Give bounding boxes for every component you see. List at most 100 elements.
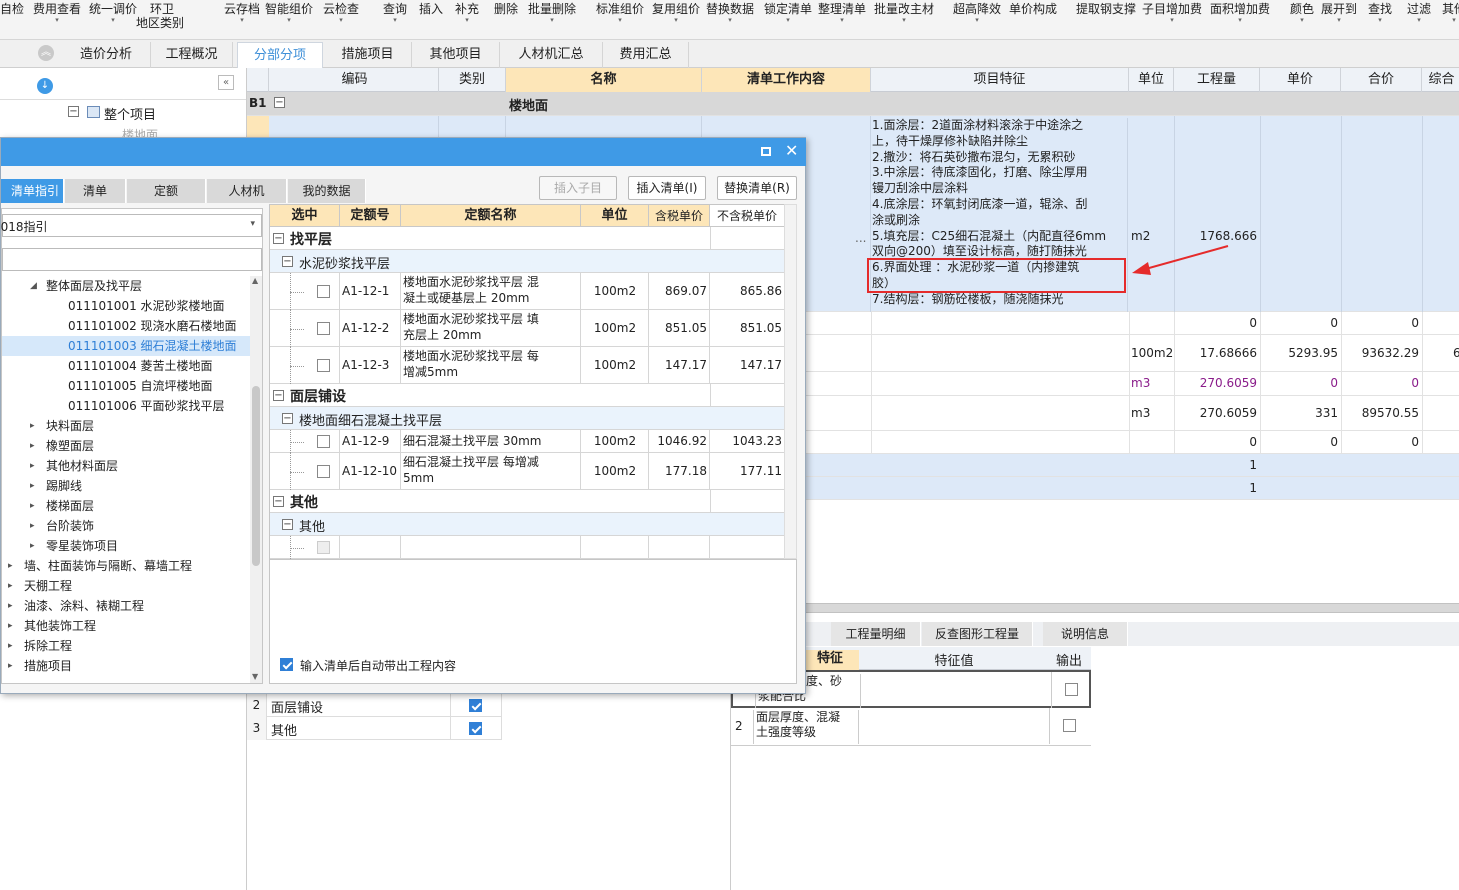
select-checkbox[interactable] — [317, 358, 330, 372]
dialog-tab-4[interactable]: 我的数据 — [288, 179, 366, 203]
collapsed-triangle-icon[interactable]: ▸ — [8, 616, 13, 636]
toolbar-item-13[interactable]: 复用组价 ▾ — [652, 2, 700, 24]
tab-0[interactable]: 造价分析 — [62, 42, 151, 68]
toolbar-item-0[interactable]: 自检 — [0, 2, 24, 16]
toolbar-item-2[interactable]: 统一调价 ▾ — [89, 2, 137, 24]
toolbar-item-14[interactable]: 替换数据 ▾ — [706, 2, 754, 24]
down-arrow-icon[interactable]: ↓ — [37, 78, 53, 94]
group-title-row[interactable]: − 其他 — [270, 490, 785, 513]
guide-tree-item[interactable]: ▸ 台阶装饰 — [2, 516, 250, 536]
subgroup-collapse-icon[interactable]: − — [282, 413, 293, 424]
expanded-triangle-icon[interactable]: ◢ — [30, 276, 37, 296]
toolbar-item-1[interactable]: 费用查看 ▾ — [33, 2, 81, 24]
subgroup-collapse-icon[interactable]: − — [282, 519, 293, 530]
collapsed-triangle-icon[interactable]: ▸ — [30, 456, 35, 476]
column-header-7[interactable]: 单价 — [1260, 68, 1341, 92]
dialog-tab-1[interactable]: 清单 — [65, 179, 126, 203]
close-icon[interactable]: ✕ — [785, 141, 798, 160]
collapsed-triangle-icon[interactable]: ▸ — [8, 596, 13, 616]
toolbar-item-7[interactable]: 查询 ▾ — [383, 2, 407, 24]
guide-select[interactable]: 2018指引 ▾ — [0, 214, 262, 237]
auto-bring-checkbox[interactable] — [280, 658, 293, 671]
tab-2[interactable]: 分部分项 — [237, 42, 323, 68]
quota-row[interactable]: A1-12-3 楼地面水泥砂浆找平层 每增减5mm 100m2 147.17 147.1… — [270, 347, 785, 384]
guide-tree-item[interactable]: 011101005 自流坪楼地面 — [2, 376, 250, 396]
table-row[interactable]: 2 面层铺设 — [247, 694, 502, 717]
guide-tree-item[interactable]: ▸ 拆除工程 — [2, 636, 250, 656]
row-checkbox[interactable] — [469, 699, 482, 712]
output-checkbox[interactable] — [1063, 719, 1076, 732]
toolbar-item-26[interactable]: 过滤 ▾ — [1407, 2, 1431, 24]
tab-4[interactable]: 其他项目 — [412, 42, 500, 68]
toolbar-item-27[interactable]: 其他▾ — [1442, 2, 1459, 24]
replace-list-button[interactable]: 替换清单(R) — [717, 176, 797, 200]
dialog-tab-2[interactable]: 定额 — [127, 179, 206, 203]
collapse-icon[interactable]: ︽ — [38, 45, 54, 61]
select-checkbox[interactable] — [317, 284, 330, 298]
toolbar-item-3[interactable]: 环卫 地区类别 — [136, 2, 184, 30]
grid-scrollbar[interactable] — [784, 204, 797, 559]
dialog-title-bar[interactable]: ✕ — [1, 138, 806, 166]
collapsed-triangle-icon[interactable]: ▸ — [30, 536, 35, 556]
column-header-3[interactable]: 清单工作内容 — [702, 68, 871, 92]
toolbar-item-11[interactable]: 批量删除 ▾ — [528, 2, 576, 24]
table-row[interactable]: 3 其他 — [247, 717, 502, 740]
guide-tree-item[interactable]: ◢ 整体面层及找平层 — [2, 276, 250, 296]
toolbar-item-24[interactable]: 展开到 ▾ — [1321, 2, 1357, 24]
select-checkbox[interactable] — [317, 321, 330, 335]
group-collapse-icon[interactable]: − — [273, 233, 284, 244]
group-collapse-icon[interactable]: − — [274, 97, 285, 108]
quota-row[interactable]: A1-12-2 楼地面水泥砂浆找平层 填充层上 20mm 100m2 851.05 85… — [270, 310, 785, 347]
grid-header-2[interactable]: 定额名称 — [401, 205, 581, 227]
guide-tree-item[interactable]: 011101006 平面砂浆找平层 — [2, 396, 250, 416]
guide-tree-item[interactable]: ▸ 措施项目 — [2, 656, 250, 676]
insert-sub-button[interactable]: 插入子目 — [539, 176, 617, 200]
select-checkbox[interactable] — [317, 434, 330, 448]
collapsed-triangle-icon[interactable]: ▸ — [30, 496, 35, 516]
toolbar-item-5[interactable]: 智能组价 ▾ — [265, 2, 313, 24]
column-header-4[interactable]: 项目特征 — [871, 68, 1129, 92]
toolbar-item-23[interactable]: 颜色 ▾ — [1290, 2, 1314, 24]
group-title-row[interactable]: − 找平层 — [270, 227, 785, 250]
column-header-9[interactable]: 综合 — [1422, 68, 1459, 92]
column-header-5[interactable]: 单位 — [1129, 68, 1174, 92]
feature-row[interactable]: 2 面层厚度、混凝 土强度等级 — [731, 708, 1091, 746]
guide-tree-item[interactable]: ▸ 油漆、涂料、裱糊工程 — [2, 596, 250, 616]
toolbar-item-19[interactable]: 单价构成 — [1009, 2, 1057, 16]
scroll-up-icon[interactable]: ▲ — [252, 276, 258, 285]
guide-tree-item[interactable]: 011101004 菱苦土楼地面 — [2, 356, 250, 376]
guide-tree-item[interactable]: 011101003 细石混凝土楼地面 — [2, 336, 250, 356]
toolbar-item-22[interactable]: 面积增加费 ▾ — [1210, 2, 1270, 24]
subgroup-row[interactable]: − 其他 — [270, 513, 785, 536]
column-header-8[interactable]: 合价 — [1341, 68, 1422, 92]
toolbar-item-18[interactable]: 超高降效 ▾ — [953, 2, 1001, 24]
tree-scrollbar[interactable]: ▲ ▼ — [250, 276, 262, 683]
toolbar-item-12[interactable]: 标准组价 ▾ — [596, 2, 644, 24]
guide-tree-item[interactable]: ▸ 零星装饰项目 — [2, 536, 250, 556]
toolbar-item-10[interactable]: 删除 — [494, 2, 518, 16]
subgroup-collapse-icon[interactable]: − — [282, 256, 293, 267]
toolbar-item-21[interactable]: 子目增加费 ▾ — [1142, 2, 1202, 24]
toolbar-item-6[interactable]: 云检查 ▾ — [323, 2, 359, 24]
quota-row[interactable]: A1-12-1 楼地面水泥砂浆找平层 混凝土或硬基层上 20mm 100m2 869.… — [270, 273, 785, 310]
collapsed-triangle-icon[interactable]: ▸ — [30, 436, 35, 456]
subgroup-row[interactable]: − 楼地面细石混凝土找平层 — [270, 407, 785, 430]
group-row[interactable]: B1 − 楼地面 — [247, 92, 1459, 116]
guide-tree-item[interactable]: ▸ 墙、柱面装饰与隔断、幕墙工程 — [2, 556, 250, 576]
maximize-icon[interactable] — [761, 147, 771, 156]
grid-header-1[interactable]: 定额号 — [340, 205, 401, 227]
guide-tree-item[interactable]: ▸ 踢脚线 — [2, 476, 250, 496]
column-header-0[interactable]: 编码 — [271, 68, 439, 92]
bottom-tab-2[interactable]: 说明信息 — [1043, 622, 1128, 646]
dialog-tab-3[interactable]: 人材机 — [207, 179, 287, 203]
column-header-1[interactable]: 类别 — [439, 68, 506, 92]
group-title-row[interactable]: − 面层铺设 — [270, 384, 785, 407]
grid-header-0[interactable]: 选中 — [270, 205, 340, 227]
tab-6[interactable]: 费用汇总 — [603, 42, 689, 68]
feature-ellipsis[interactable]: ... — [855, 231, 866, 245]
guide-tree-item[interactable]: ▸ 其他装饰工程 — [2, 616, 250, 636]
group-collapse-icon[interactable]: − — [273, 390, 284, 401]
column-header-6[interactable]: 工程量 — [1174, 68, 1260, 92]
toolbar-item-9[interactable]: 补充 ▾ — [455, 2, 479, 24]
toolbar-item-4[interactable]: 云存档 ▾ — [224, 2, 260, 24]
